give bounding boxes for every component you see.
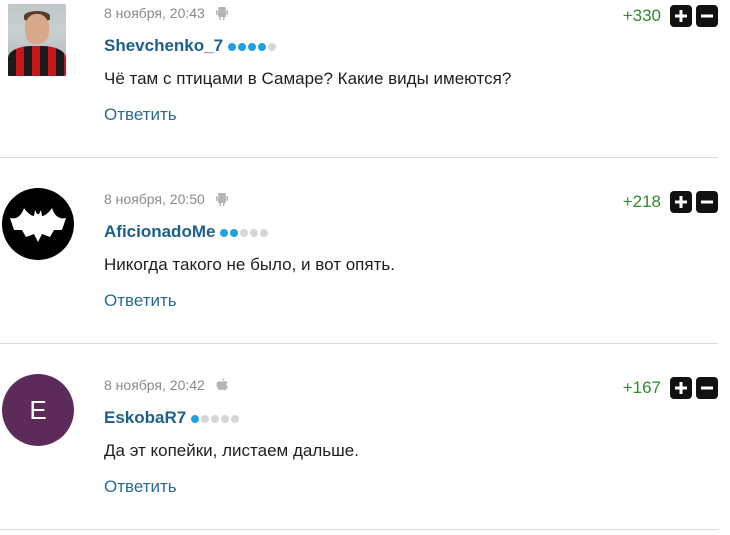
comment-meta: 8 ноября, 20:43	[104, 5, 229, 21]
reply-link[interactable]: Ответить	[104, 105, 177, 125]
avatar[interactable]: E	[2, 374, 74, 446]
comment-text: Никогда такого не было, и вот опять.	[104, 255, 395, 274]
apple-icon	[216, 378, 228, 391]
rating-dot	[238, 43, 247, 51]
plus-icon	[675, 10, 687, 22]
rating-dot	[231, 415, 240, 423]
minus-icon	[701, 14, 713, 18]
rating-dot	[191, 415, 200, 423]
avatar-letter: E	[29, 394, 47, 425]
rating-dot	[230, 229, 239, 237]
vote-score: +330	[622, 6, 661, 25]
rating-dots	[220, 227, 269, 237]
comment-date: 8 ноября, 20:42	[104, 377, 205, 393]
avatar[interactable]	[8, 4, 66, 76]
upvote-button[interactable]	[670, 191, 692, 213]
comment-date: 8 ноября, 20:43	[104, 5, 205, 21]
rating-dot	[201, 415, 210, 423]
vote-controls: +167	[623, 377, 718, 399]
vote-controls: +330	[623, 5, 718, 27]
username-row: Shevchenko_7	[104, 36, 277, 56]
android-icon	[215, 193, 228, 206]
comment-text: Да эт копейки, листаем дальше.	[104, 441, 359, 460]
avatar-face	[25, 14, 49, 44]
rating-dot	[258, 43, 267, 51]
rating-dot	[220, 229, 229, 237]
username-link[interactable]: AficionadoMe	[104, 222, 215, 242]
rating-dots	[228, 41, 277, 51]
comment-text: Чё там с птицами в Самаре? Какие виды им…	[104, 69, 512, 88]
minus-icon	[701, 200, 713, 204]
rating-dot	[211, 415, 220, 423]
bat-icon	[10, 208, 66, 242]
comment-date: 8 ноября, 20:50	[104, 191, 205, 207]
username-link[interactable]: Shevchenko_7	[104, 36, 223, 56]
username-row: AficionadoMe	[104, 222, 269, 242]
username-row: EskobaR7	[104, 408, 240, 428]
rating-dot	[250, 229, 259, 237]
avatar-shirt	[8, 46, 66, 76]
rating-dot	[228, 43, 237, 51]
vote-controls: +218	[623, 191, 718, 213]
rating-dot	[240, 229, 249, 237]
username-link[interactable]: EskobaR7	[104, 408, 186, 428]
upvote-button[interactable]	[670, 5, 692, 27]
downvote-button[interactable]	[696, 5, 718, 27]
downvote-button[interactable]	[696, 191, 718, 213]
upvote-button[interactable]	[670, 377, 692, 399]
plus-icon	[675, 196, 687, 208]
downvote-button[interactable]	[696, 377, 718, 399]
android-icon	[215, 7, 228, 20]
plus-icon	[675, 382, 687, 394]
comment-item: E 8 ноября, 20:42 EskobaR7 Да эт копейки…	[0, 344, 718, 530]
avatar[interactable]	[2, 188, 74, 260]
rating-dots	[191, 413, 240, 423]
comment-item: 8 ноября, 20:50 AficionadoMe Никогда так…	[0, 158, 718, 344]
rating-dot	[248, 43, 257, 51]
rating-dot	[268, 43, 277, 51]
rating-dot	[260, 229, 269, 237]
reply-link[interactable]: Ответить	[104, 477, 177, 497]
comment-item: 8 ноября, 20:43 Shevchenko_7 Чё там с пт…	[0, 0, 718, 158]
comment-meta: 8 ноября, 20:50	[104, 191, 229, 207]
vote-score: +167	[622, 378, 661, 397]
vote-score: +218	[622, 192, 661, 211]
comment-meta: 8 ноября, 20:42	[104, 377, 229, 393]
reply-link[interactable]: Ответить	[104, 291, 177, 311]
rating-dot	[221, 415, 230, 423]
minus-icon	[701, 386, 713, 390]
